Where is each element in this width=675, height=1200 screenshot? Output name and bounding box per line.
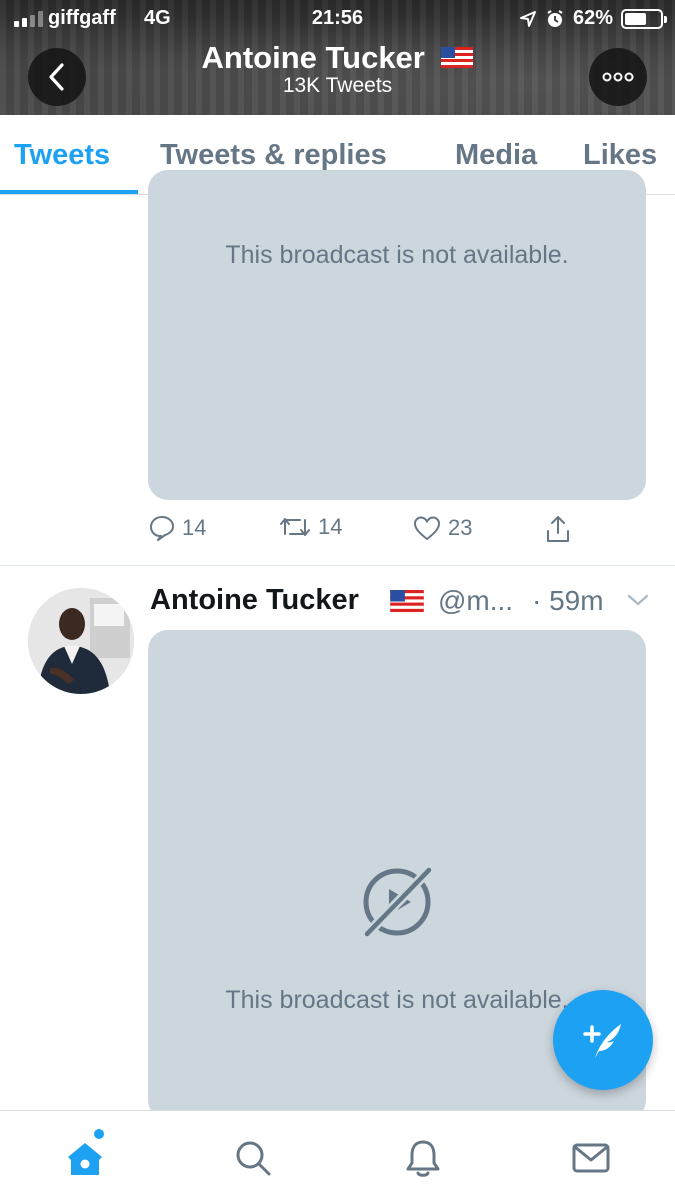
- avatar[interactable]: [28, 588, 134, 694]
- broadcast-media[interactable]: This broadcast is not available.: [148, 170, 646, 500]
- tab-tweets-and-replies[interactable]: Tweets & replies: [160, 139, 387, 172]
- avatar-photo: [28, 588, 134, 694]
- status-indicators: 62%: [519, 7, 667, 30]
- profile-name-text: Antoine Tucker: [201, 40, 425, 75]
- more-options-button[interactable]: [589, 48, 647, 106]
- notifications-icon: [406, 1140, 440, 1177]
- messages-icon: [572, 1143, 610, 1173]
- battery-percent: 62%: [572, 7, 613, 29]
- heart-icon: [414, 516, 440, 540]
- battery-icon: [621, 8, 667, 29]
- us-flag-icon: [390, 590, 424, 612]
- tweet-actions: 14 14 23: [148, 514, 588, 554]
- like-count: 23: [448, 515, 473, 540]
- location-arrow-icon: [519, 10, 536, 27]
- profile-name: Antoine Tucker: [0, 40, 675, 76]
- tab-likes[interactable]: Likes: [583, 139, 657, 172]
- more-dots-icon: [602, 72, 634, 82]
- chevron-down-icon[interactable]: [626, 592, 650, 608]
- tweet-count: 13K Tweets: [282, 74, 393, 97]
- us-flag-icon: [441, 47, 474, 69]
- compose-tweet-button[interactable]: [553, 990, 653, 1090]
- retweet-count: 14: [318, 514, 343, 539]
- tweet-divider: [0, 565, 675, 566]
- broadcast-unavailable-text: This broadcast is not available.: [225, 241, 569, 269]
- tab-media[interactable]: Media: [455, 139, 537, 172]
- nav-messages[interactable]: [566, 1133, 616, 1183]
- nav-notifications[interactable]: [398, 1133, 448, 1183]
- tab-tweets[interactable]: Tweets: [14, 139, 110, 172]
- tweet-timestamp: · 59m: [532, 585, 604, 616]
- reply-icon: [150, 516, 174, 541]
- nav-search[interactable]: [228, 1133, 278, 1183]
- tweet-author-name[interactable]: Antoine Tucker: [150, 584, 359, 617]
- compose-tweet-icon: [583, 1024, 621, 1058]
- search-icon: [236, 1141, 271, 1176]
- retweet-button[interactable]: 14: [278, 514, 342, 540]
- bottom-navigation: [0, 1110, 675, 1200]
- share-icon: [547, 516, 569, 542]
- reply-count: 14: [182, 515, 207, 540]
- unread-dot: [94, 1129, 104, 1139]
- share-button[interactable]: [544, 514, 572, 544]
- profile-header: giffgaff 4G 21:56 62% Antoine Tucker 13K…: [0, 0, 675, 115]
- alarm-icon: [547, 9, 563, 27]
- status-bar: giffgaff 4G 21:56 62%: [0, 0, 675, 38]
- home-icon: [68, 1143, 102, 1175]
- tweet-author-name-text: Antoine Tucker: [150, 584, 359, 616]
- broadcast-unavailable-icon: [362, 865, 434, 939]
- nav-home[interactable]: [60, 1133, 110, 1183]
- tweet-header: Antoine Tucker @m... · 59m: [150, 584, 660, 624]
- like-button[interactable]: 23: [412, 514, 472, 542]
- tweet-author-handle[interactable]: @m...: [438, 585, 513, 617]
- active-tab-indicator: [0, 190, 138, 194]
- retweet-icon: [280, 518, 310, 536]
- reply-button[interactable]: 14: [148, 514, 206, 542]
